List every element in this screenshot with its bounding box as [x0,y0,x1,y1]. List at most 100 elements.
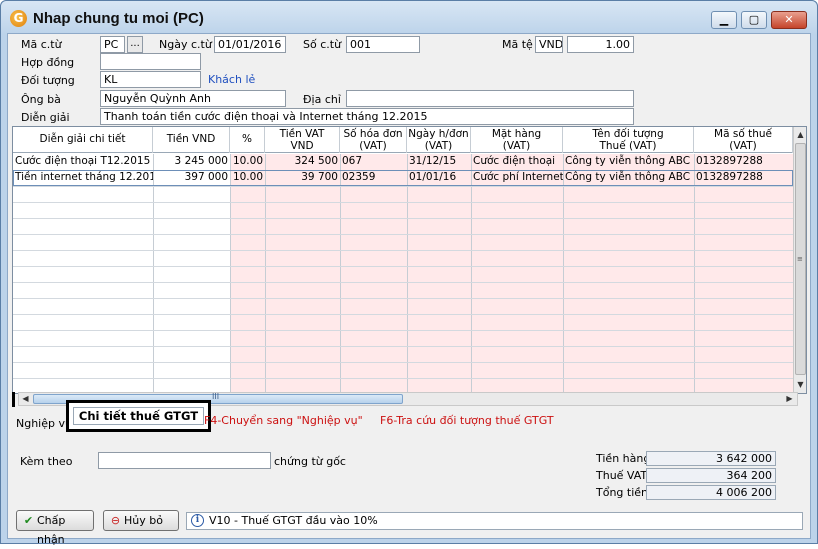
cell-invoice-date[interactable]: 01/01/16 [407,170,471,186]
chung-tu-goc-label: chứng từ gốc [274,455,346,468]
cell-invoice-no[interactable]: 02359 [340,170,407,186]
cell-vat-amount[interactable]: 39 700 [265,170,340,186]
col-header-tax-id[interactable]: Mã số thuế (VAT) [694,127,793,153]
col-header-invoice-date[interactable]: Ngày h/đơn (VAT) [407,127,471,153]
doi-tuong-label: Đối tượng [21,74,75,87]
cell-percent[interactable]: 10.00 [230,154,265,170]
scroll-up-icon[interactable]: ▲ [794,128,806,142]
tong-tien-label: Tổng tiền [596,486,649,499]
col-header-percent[interactable]: % [230,127,265,153]
ma-te-label: Mã tệ [502,38,533,51]
col-divider [407,154,408,393]
cell-amount[interactable]: 397 000 [153,170,230,186]
ngay-ct-field[interactable]: 01/01/2016 [214,36,286,53]
voucher-window: G Nhap chung tu moi (PC) ▁ ▢ ✕ Mã c.từ P… [0,0,818,546]
title-bar[interactable]: G Nhap chung tu moi (PC) ▁ ▢ ✕ [1,1,817,35]
dien-giai-field[interactable]: Thanh toán tiền cước điện thoại và Inter… [100,108,634,125]
cell-invoice-no[interactable]: 067 [340,154,407,170]
hop-dong-label: Hợp đồng [21,56,75,69]
col-divider [471,154,472,393]
row-divider [13,346,793,347]
app-logo-icon: G [10,10,27,27]
pct-column-bg [230,154,265,393]
row-divider [13,282,793,283]
tien-hang-value: 3 642 000 [646,451,776,466]
maximize-button[interactable]: ▢ [741,11,767,29]
scroll-left-icon[interactable]: ◀ [19,393,32,405]
cell-tax-id[interactable]: 0132897288 [694,154,793,170]
cell-description[interactable]: Cước điện thoại T12.2015 [13,154,153,170]
table-row[interactable]: Cước điện thoại T12.2015 3 245 000 10.00… [13,154,793,170]
grip-icon: ≡ [797,255,803,263]
dia-chi-field[interactable] [346,90,634,107]
row-divider [13,218,793,219]
cancel-button-label: Hủy bỏ [124,514,163,527]
so-ct-field[interactable]: 001 [346,36,420,53]
info-icon: i [191,514,204,527]
ma-ct-lookup-button[interactable]: ... [127,36,143,53]
row-divider [13,314,793,315]
cancel-button[interactable]: ⊖ Hủy bỏ [103,510,179,531]
cell-vat-amount[interactable]: 324 500 [265,154,340,170]
col-header-amount[interactable]: Tiền VND [153,127,230,153]
minimize-button[interactable]: ▁ [711,11,737,29]
vertical-scrollbar[interactable]: ▲ ≡ ▼ [793,127,806,393]
row-divider [13,234,793,235]
cell-percent[interactable]: 10.00 [230,170,265,186]
col-divider [153,154,154,393]
maximize-icon: ▢ [748,13,760,26]
cell-vendor[interactable]: Công ty viễn thông ABC [563,170,694,186]
col-header-invoice-no[interactable]: Số hóa đơn (VAT) [340,127,407,153]
ma-ct-label: Mã c.từ [21,38,62,51]
row-divider [13,250,793,251]
tien-hang-label: Tiền hàng [596,452,651,465]
dia-chi-label: Địa chỉ [303,93,341,106]
col-header-vat-amount[interactable]: Tiền VAT VND [265,127,340,153]
item-column-bg [471,154,563,393]
ong-ba-label: Ông bà [21,93,61,106]
col-divider [340,154,341,393]
cell-tax-id[interactable]: 0132897288 [694,170,793,186]
window-title: Nhap chung tu moi (PC) [33,10,204,27]
grid-left-marker [12,392,15,407]
status-text: V10 - Thuế GTGT đầu vào 10% [209,514,378,527]
invoice-date-column-bg [407,154,471,393]
hop-dong-field[interactable] [100,53,201,70]
doi-tuong-field[interactable]: KL [100,71,201,88]
row-divider [13,298,793,299]
row-divider [13,378,793,379]
grip-icon: III [212,392,220,401]
col-header-description[interactable]: Diễn giải chi tiết [13,127,153,153]
scroll-down-icon[interactable]: ▼ [794,378,806,392]
cell-item[interactable]: Cước phí Internet [471,170,563,186]
close-button[interactable]: ✕ [771,11,807,29]
invoice-no-column-bg [340,154,407,393]
col-header-item[interactable]: Mặt hàng (VAT) [471,127,563,153]
cell-invoice-date[interactable]: 31/12/15 [407,154,471,170]
col-divider [694,154,695,393]
currency-field[interactable]: VND [535,36,563,53]
table-row[interactable]: Tiền internet tháng 12.2015 397 000 10.0… [13,170,793,186]
ong-ba-field[interactable]: Nguyễn Quỳnh Anh [100,90,286,107]
cell-description[interactable]: Tiền internet tháng 12.2015 [13,170,153,186]
cell-vendor[interactable]: Công ty viễn thông ABC [563,154,694,170]
close-icon: ✕ [784,13,794,26]
kem-theo-field[interactable] [98,452,271,469]
col-header-vendor[interactable]: Tên đối tượng Thuế (VAT) [563,127,694,153]
hint-f4: F4-Chuyển sang "Nghiệp vụ" [204,414,363,427]
scroll-right-icon[interactable]: ▶ [783,393,796,405]
doi-tuong-name-link[interactable]: Khách lẻ [208,73,255,86]
detail-grid[interactable]: Diễn giải chi tiết Tiền VND % Tiền VAT VN… [12,126,807,394]
tab-chi-tiet-thue[interactable]: Chi tiết thuế GTGT [73,407,204,425]
accept-button[interactable]: ✔ Chấp nhận [16,510,94,546]
cell-amount[interactable]: 3 245 000 [153,154,230,170]
form-area: Mã c.từ PC ... Ngày c.từ 01/01/2016 Số c… [7,33,811,546]
tab-nghiep-vu[interactable]: Nghiệp vụ [16,417,72,430]
col-divider [230,154,231,393]
exchange-rate-field[interactable]: 1.00 [567,36,634,53]
col-divider [563,154,564,393]
thue-vat-value: 364 200 [646,468,776,483]
ma-ct-field[interactable]: PC [100,36,125,53]
cell-item[interactable]: Cước điện thoại [471,154,563,170]
hint-f6: F6-Tra cứu đối tượng thuế GTGT [380,414,554,427]
